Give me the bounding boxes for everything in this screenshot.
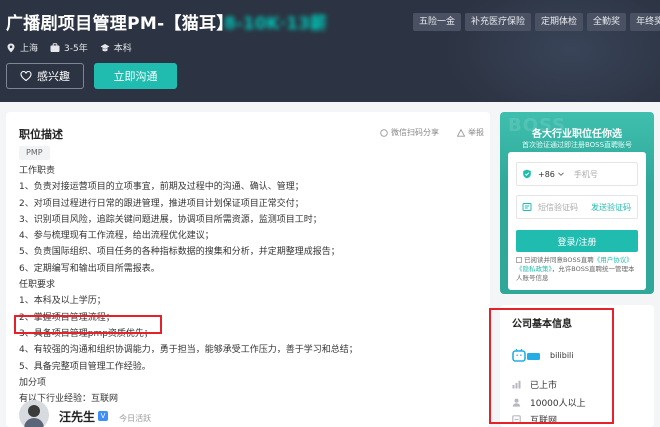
- send-code-button[interactable]: 发送验证码: [591, 202, 631, 213]
- agreement-prefix: 已阅读并同意BOSS直聘: [524, 256, 594, 264]
- salary-value: 8-10K·13薪: [224, 14, 327, 34]
- description-line: 1、本科及以上学历；: [19, 296, 106, 307]
- interest-label: 感兴趣: [37, 70, 70, 83]
- recruiter-avatar[interactable]: [19, 400, 49, 427]
- briefcase-icon: [50, 42, 60, 52]
- description-line: 6、定期编写和输出项目所需报表。: [19, 263, 160, 274]
- job-description-card: 职位描述 微信扫码分享 举报 PMP 工作职责 1、负责对接运营项目的立项事宜，…: [6, 112, 490, 427]
- meta-education: 本科: [100, 41, 132, 54]
- privacy-policy-link[interactable]: 《隐私政策》: [516, 265, 552, 273]
- location-icon: [7, 43, 15, 52]
- share-label: 微信扫码分享: [391, 128, 439, 137]
- salary: 8-10K·13薪: [224, 9, 327, 34]
- description-line: 工作职责: [19, 166, 56, 176]
- shield-icon: [523, 169, 531, 179]
- benefit-tag: 定期体检: [535, 13, 584, 31]
- city-text: 上海: [20, 44, 39, 54]
- description-line: 4、有较强的沟通和组织协调能力，勇于担当，能够承受工作压力，善于学习和总结；: [19, 345, 358, 356]
- meta-experience: 3-5年: [50, 41, 88, 54]
- sms-code-placeholder[interactable]: 短信验证码: [538, 202, 578, 213]
- recruiter-name: 汪先生: [59, 409, 96, 424]
- warning-icon: [457, 128, 465, 137]
- benefit-tag: 年终奖: [630, 13, 660, 31]
- benefit-tag: 补充医疗保险: [465, 13, 532, 31]
- meta-city: 上海: [6, 41, 38, 54]
- country-code-value: +86: [538, 169, 555, 179]
- benefit-tag: 全勤奖: [587, 13, 627, 31]
- user-agreement-link[interactable]: 《用户协议》: [594, 256, 633, 264]
- login-subline: 首次验证通过即注册BOSS直聘账号: [521, 141, 633, 149]
- pmp-highlight-annotation: [14, 315, 162, 334]
- country-code-select[interactable]: +86: [538, 170, 564, 179]
- description-line: 4、参与梳理现有工作流程，给出流程优化建议；: [19, 231, 214, 242]
- recruiter-name-row: 汪先生 V 今日活跃: [59, 406, 151, 425]
- sms-code-field[interactable]: 短信验证码 发送验证码: [516, 195, 638, 219]
- agreement-checkbox[interactable]: [516, 257, 522, 263]
- report-label: 举报: [468, 128, 484, 137]
- login-headline: 各大行业职位任你选: [532, 129, 622, 140]
- interest-button[interactable]: 感兴趣: [6, 63, 84, 89]
- message-icon: [522, 203, 532, 211]
- benefit-tags: 五险一金 补充医疗保险 定期体检 全勤奖 年终奖: [413, 13, 660, 31]
- job-title: 广播剧项目管理PM-【猫耳】: [6, 14, 234, 34]
- recruiter-info: 汪先生 V 今日活跃: [19, 400, 151, 427]
- experience-text: 3-5年: [64, 44, 88, 54]
- login-panel: BOSS 各大行业职位任你选 首次验证通过即注册BOSS直聘账号 +86 手机号…: [500, 112, 654, 294]
- login-register-button[interactable]: 登录/注册: [516, 230, 638, 252]
- report-link[interactable]: 举报: [457, 127, 484, 138]
- description-line: 3、识别项目风险，追踪关键问题进展，协调项目所需资源，监测项目工时；: [19, 214, 322, 225]
- benefit-tag: 五险一金: [413, 13, 462, 31]
- phone-field[interactable]: +86 手机号: [516, 162, 638, 186]
- company-highlight-annotation: [489, 308, 614, 424]
- description-line: 1、负责对接运营项目的立项事宜，前期及过程中的沟通、确认、管理；: [19, 182, 304, 193]
- description-line: 5、具备完整项目管理工作经验。: [19, 361, 151, 372]
- login-form: +86 手机号 短信验证码 发送验证码 登录/注册 已阅读并同意BOSS直聘《用…: [508, 152, 646, 290]
- job-header: 广播剧项目管理PM-【猫耳】 8-10K·13薪 上海 3-5年 本科 五险一金…: [0, 0, 660, 102]
- description-line: 任职要求: [19, 280, 56, 291]
- chat-now-button[interactable]: 立即沟通: [94, 63, 177, 89]
- wechat-icon: [380, 128, 388, 137]
- description-line: 2、对项目过程进行日常的跟进管理，推进项目计划保证项目正常交付；: [19, 198, 304, 209]
- description-line: 5、负责国际组织、项目任务的各种指标数据的搜集和分析，并定期整理成报告；: [19, 247, 340, 258]
- agreement-text: 已阅读并同意BOSS直聘《用户协议》《隐私政策》，允许BOSS直聘统一管理本人账…: [516, 256, 640, 283]
- job-meta: 上海 3-5年 本科: [6, 41, 132, 54]
- heart-icon: [20, 70, 32, 82]
- skill-tag: PMP: [19, 146, 50, 160]
- description-line: 加分项: [19, 377, 47, 388]
- graduation-cap-icon: [100, 43, 110, 51]
- chevron-down-icon: [558, 172, 564, 176]
- education-text: 本科: [113, 44, 132, 54]
- wechat-share-link[interactable]: 微信扫码分享: [380, 127, 439, 138]
- verified-badge-icon: V: [98, 411, 109, 421]
- job-description-text: 工作职责 1、负责对接运营项目的立项事宜，前期及过程中的沟通、确认、管理； 2、…: [19, 163, 489, 407]
- phone-input-placeholder[interactable]: 手机号: [574, 169, 598, 180]
- recruiter-active-status: 今日活跃: [119, 413, 152, 423]
- section-title: 职位描述: [19, 128, 63, 141]
